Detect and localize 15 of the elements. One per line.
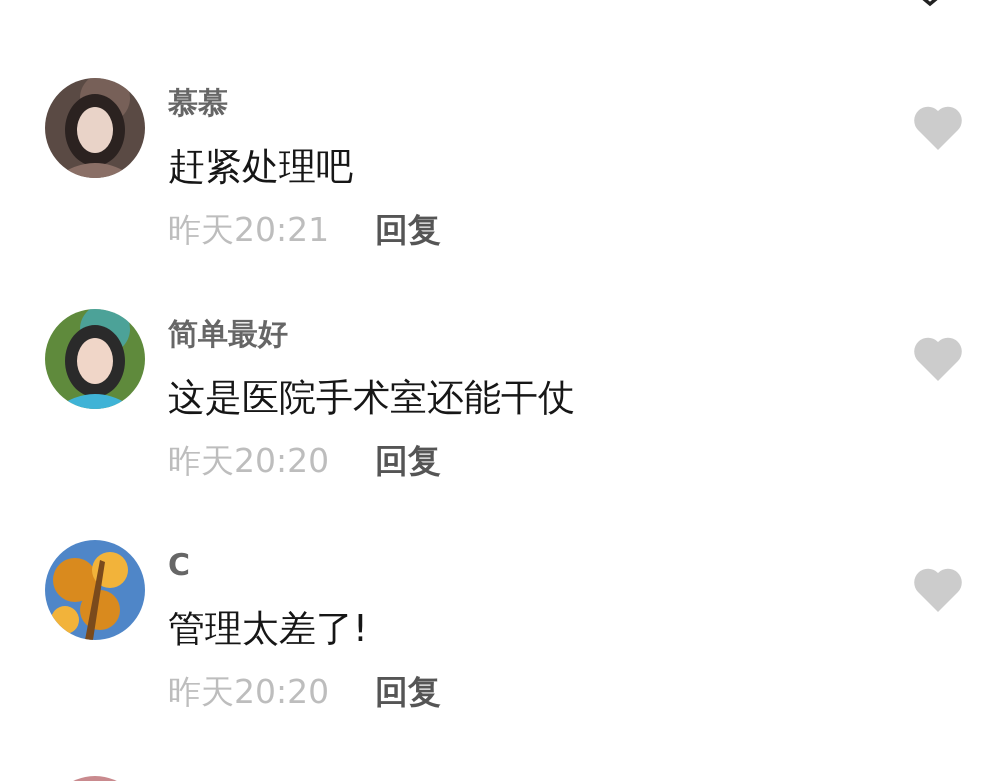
reply-button[interactable]: 回复: [375, 208, 442, 252]
user-name[interactable]: 慕慕: [168, 84, 228, 124]
user-name[interactable]: 简单最好: [168, 315, 288, 355]
user-name[interactable]: C: [168, 546, 190, 586]
comment-time: 昨天20:21: [168, 209, 330, 251]
reply-button[interactable]: 回复: [375, 439, 442, 483]
comment-text: 管理太差了!: [168, 606, 368, 652]
comment-text: 赶紧处理吧: [168, 144, 353, 190]
comment-text: 这是医院手术室还能干仗: [168, 375, 575, 421]
reply-button[interactable]: 回复: [375, 670, 442, 714]
comment-time: 昨天20:20: [168, 671, 330, 713]
heart-icon[interactable]: [913, 105, 963, 151]
heart-icon[interactable]: [913, 336, 963, 382]
comment-time: 昨天20:20: [168, 440, 330, 482]
heart-icon[interactable]: [913, 567, 963, 613]
